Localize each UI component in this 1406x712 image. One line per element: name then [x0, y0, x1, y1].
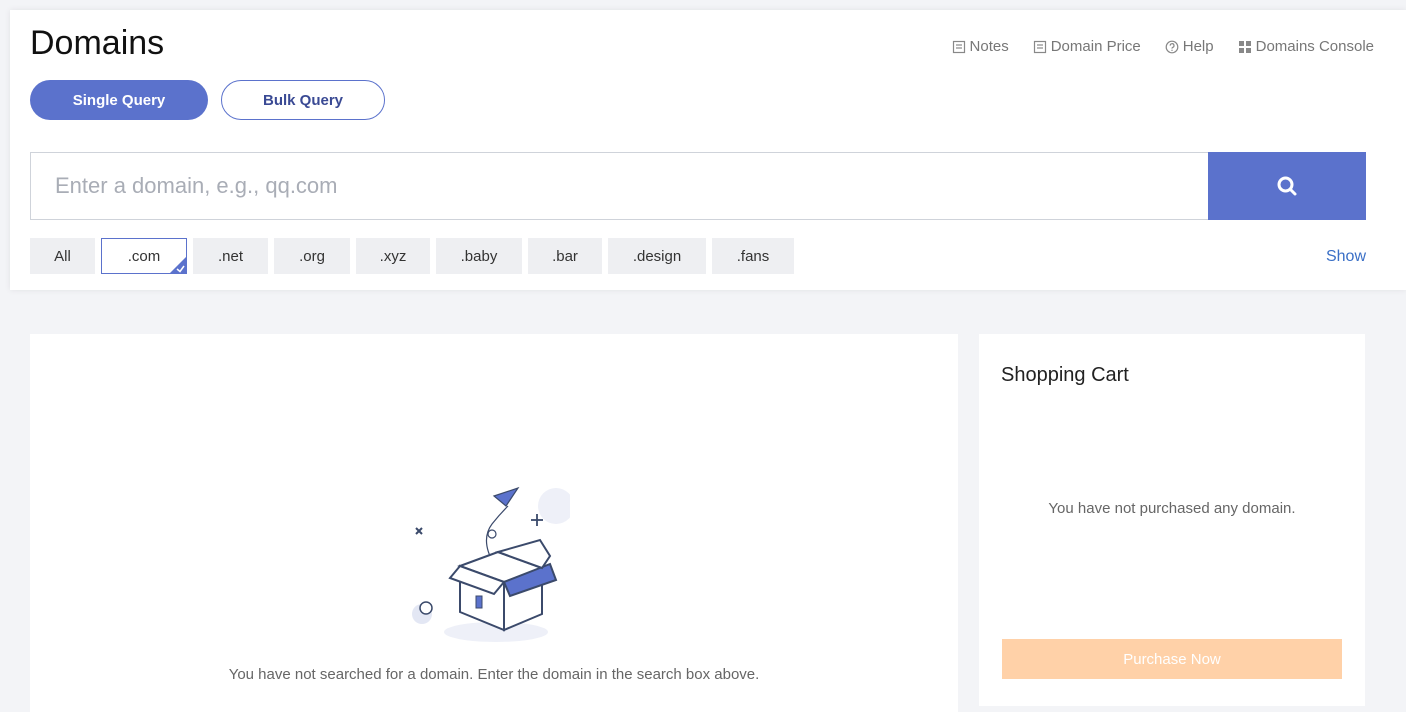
help-link[interactable]: Help — [1165, 38, 1214, 55]
help-circle-icon — [1165, 40, 1179, 53]
domains-console-link-label: Domains Console — [1255, 38, 1374, 55]
empty-box-illustration — [412, 486, 570, 642]
tld-filter-list: All .com .net .org .xyz .baby .bar .desi… — [30, 238, 794, 274]
purchase-now-button[interactable]: Purchase Now — [1002, 639, 1342, 679]
help-link-label: Help — [1182, 38, 1214, 55]
domain-search-input[interactable] — [30, 152, 1208, 220]
show-more-tlds-link[interactable]: Show — [1326, 248, 1366, 266]
grid-icon — [1238, 40, 1251, 53]
header-links: Notes Domain Price Help Domains Console — [952, 38, 1374, 55]
bulk-query-button[interactable]: Bulk Query — [221, 80, 385, 120]
tld-design[interactable]: .design — [608, 238, 706, 274]
cart-title: Shopping Cart — [1001, 364, 1129, 386]
search-button[interactable] — [1208, 152, 1366, 220]
cart-empty-message: You have not purchased any domain. — [1048, 500, 1296, 517]
domains-console-link[interactable]: Domains Console — [1238, 38, 1374, 55]
header-panel: Domains Notes Domain Price Help Domains … — [10, 10, 1406, 290]
tld-com[interactable]: .com — [101, 238, 187, 274]
domain-price-link[interactable]: Domain Price — [1033, 38, 1141, 55]
page-title: Domains — [30, 24, 165, 62]
tld-org[interactable]: .org — [274, 238, 350, 274]
tld-com-label: .com — [127, 247, 161, 265]
notes-link-label: Notes — [969, 38, 1009, 55]
search-icon — [1277, 176, 1297, 196]
document-icon — [1033, 40, 1046, 53]
document-icon — [952, 40, 965, 53]
domain-search-bar — [30, 152, 1366, 220]
notes-link[interactable]: Notes — [952, 38, 1009, 55]
tld-baby[interactable]: .baby — [436, 238, 522, 274]
tld-xyz[interactable]: .xyz — [356, 238, 430, 274]
tld-bar[interactable]: .bar — [528, 238, 602, 274]
results-empty-message: You have not searched for a domain. Ente… — [228, 666, 760, 683]
tld-net[interactable]: .net — [193, 238, 268, 274]
checkmark-icon — [170, 257, 186, 273]
search-results-panel: You have not searched for a domain. Ente… — [30, 334, 958, 712]
shopping-cart-panel: Shopping Cart You have not purchased any… — [979, 334, 1365, 706]
domain-price-link-label: Domain Price — [1050, 38, 1141, 55]
single-query-button[interactable]: Single Query — [30, 80, 208, 120]
tld-fans[interactable]: .fans — [712, 238, 794, 274]
tld-all[interactable]: All — [30, 238, 95, 274]
